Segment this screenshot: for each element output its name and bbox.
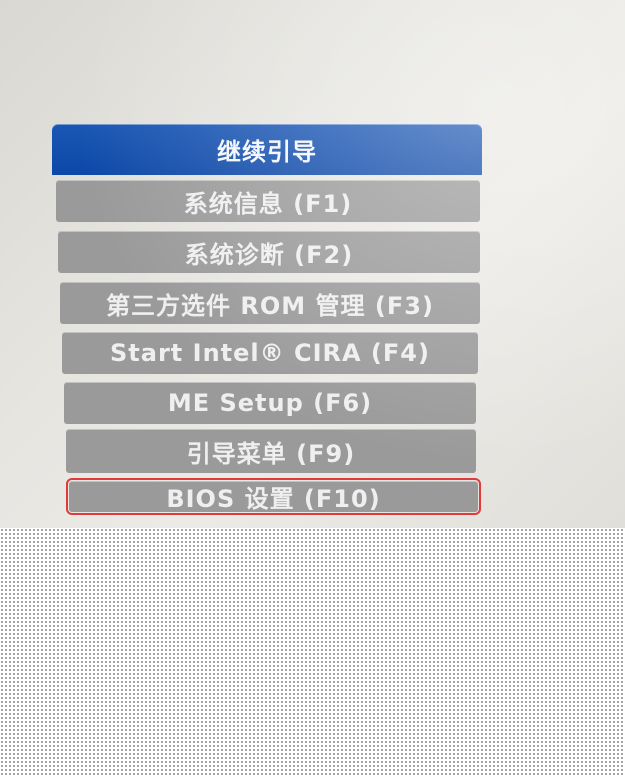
boot-screen: 继续引导 系统信息 (F1) 系统诊断 (F2) 第三方选件 ROM 管理 (F… bbox=[0, 0, 625, 528]
transparent-background-area bbox=[0, 528, 625, 777]
menu-item-label: BIOS 设置 (F10) bbox=[166, 485, 381, 513]
menu-item-bios-setup[interactable]: BIOS 设置 (F10) bbox=[66, 478, 481, 515]
menu-item-system-info[interactable]: 系统信息 (F1) bbox=[56, 180, 480, 222]
menu-item-option-rom-management[interactable]: 第三方选件 ROM 管理 (F3) bbox=[60, 282, 480, 324]
menu-item-system-diagnostics[interactable]: 系统诊断 (F2) bbox=[58, 231, 480, 273]
menu-item-boot-menu[interactable]: 引导菜单 (F9) bbox=[66, 429, 476, 473]
menu-item-label: 继续引导 bbox=[217, 138, 317, 166]
menu-item-label: 系统诊断 (F2) bbox=[184, 240, 354, 269]
menu-item-label: Start Intel® CIRA (F4) bbox=[110, 339, 430, 367]
menu-item-start-intel-cira[interactable]: Start Intel® CIRA (F4) bbox=[62, 332, 478, 374]
menu-item-me-setup[interactable]: ME Setup (F6) bbox=[64, 382, 476, 424]
menu-item-label: 系统信息 (F1) bbox=[183, 189, 353, 218]
menu-item-label: 第三方选件 ROM 管理 (F3) bbox=[106, 291, 434, 320]
menu-item-label: ME Setup (F6) bbox=[167, 389, 373, 417]
menu-item-label: 引导菜单 (F9) bbox=[186, 439, 356, 468]
menu-item-continue-boot[interactable]: 继续引导 bbox=[52, 124, 482, 175]
